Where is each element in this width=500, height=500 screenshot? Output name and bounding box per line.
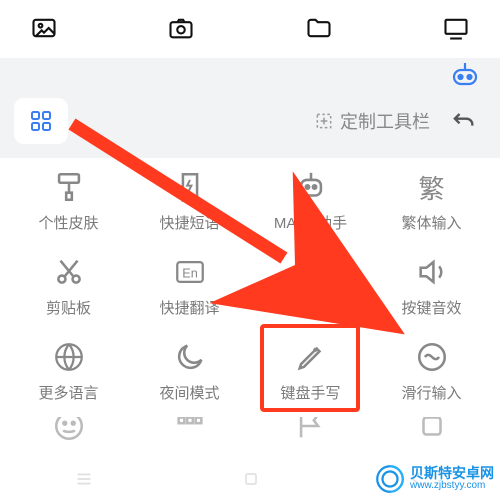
grid-item-extra3[interactable] <box>256 423 366 433</box>
globe-icon <box>52 340 86 374</box>
camera-icon[interactable] <box>167 14 195 42</box>
monitor-icon[interactable] <box>442 14 470 42</box>
grid-item-swipe[interactable]: 滑行输入 <box>377 340 487 403</box>
undo-button[interactable] <box>444 102 482 140</box>
speaker-icon <box>415 255 449 289</box>
tool-grid-row <box>0 417 500 447</box>
watermark-text-cn: 贝斯特安卓网 <box>410 466 494 481</box>
customize-toolbar-label: 定制工具栏 <box>340 108 430 134</box>
pencil-icon <box>294 340 328 374</box>
keyboard-tool-panel: 定制工具栏 个性皮肤 <box>0 58 500 447</box>
shape-icon <box>415 417 449 443</box>
tool-grid-row: 更多语言 夜间模式 键盘手写 <box>0 332 500 417</box>
grid-item-extra4[interactable] <box>377 423 487 433</box>
customize-toolbar-button[interactable]: 定制工具栏 <box>314 108 430 134</box>
watermark: 贝斯特安卓网 www.zjbstyy.com <box>375 464 494 494</box>
grid-item-morelang[interactable]: 更多语言 <box>14 340 124 403</box>
robot-head-icon <box>294 170 328 204</box>
translate-en-icon: En <box>173 255 207 289</box>
flag-icon <box>294 417 328 443</box>
svg-text:En: En <box>182 266 198 281</box>
grid-item-keysound[interactable]: 按键音效 <box>377 255 487 318</box>
grid-item-clipboard[interactable]: 剪贴板 <box>14 255 124 318</box>
grid-item-handwrite[interactable]: 键盘手写 <box>256 340 366 403</box>
swipe-wave-icon <box>415 340 449 374</box>
picture-icon[interactable] <box>30 14 58 42</box>
grid-item-mara[interactable]: MARA助手 <box>256 170 366 233</box>
grid-item-phrases[interactable]: 快捷短语 <box>135 170 245 233</box>
grid-item-night[interactable]: 夜间模式 <box>135 340 245 403</box>
bookmark-flash-icon <box>173 170 207 204</box>
watermark-text-en: www.zjbstyy.com <box>410 481 494 492</box>
grid-item-quicktranslate[interactable]: En 快捷翻译 <box>135 255 245 318</box>
nav-home-icon[interactable] <box>241 469 261 489</box>
toolbar-row: 定制工具栏 <box>0 68 500 158</box>
grid-item-extra1[interactable] <box>14 423 124 433</box>
scissors-icon <box>52 255 86 289</box>
grid-apps-button[interactable] <box>14 98 68 144</box>
grid-item-traditional[interactable]: 繁 繁体输入 <box>377 170 487 233</box>
onehand-keyboard-icon <box>294 255 328 289</box>
grid-item-onehand[interactable]: 单手键盘 <box>256 255 366 318</box>
customize-crop-icon <box>314 111 334 131</box>
top-action-row <box>0 0 500 58</box>
folder-icon[interactable] <box>305 14 333 42</box>
moon-icon <box>173 340 207 374</box>
grid-small-icon <box>173 417 207 443</box>
paint-roller-icon <box>52 170 86 204</box>
tool-grid-row: 个性皮肤 快捷短语 <box>0 162 500 247</box>
tool-grid-row: 剪贴板 En 快捷翻译 单手键盘 <box>0 247 500 332</box>
emoji-icon <box>52 417 86 443</box>
grid-item-skin[interactable]: 个性皮肤 <box>14 170 124 233</box>
tool-grid: 个性皮肤 快捷短语 <box>0 158 500 447</box>
traditional-char-icon: 繁 <box>415 170 449 204</box>
grid-item-extra2[interactable] <box>135 423 245 433</box>
watermark-logo-icon <box>375 464 405 494</box>
nav-recent-icon[interactable] <box>73 468 95 490</box>
